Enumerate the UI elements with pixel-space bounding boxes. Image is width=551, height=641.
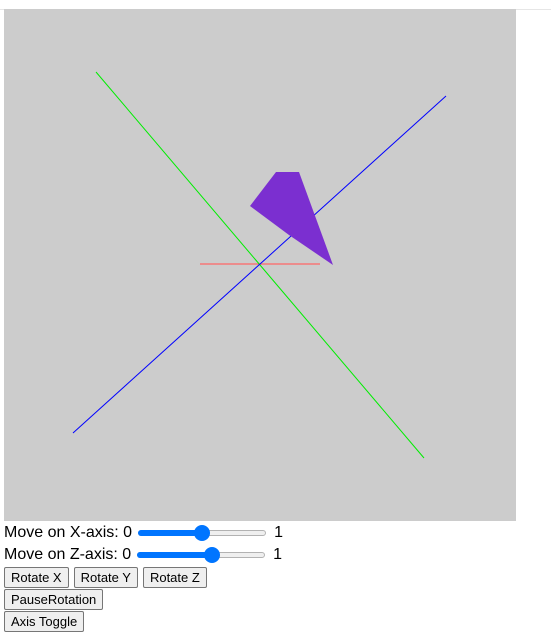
rotate-z-button[interactable]: Rotate Z [142, 567, 207, 588]
move-x-label-text: Move on X-axis: [4, 524, 124, 541]
y-axis-line [95, 71, 425, 459]
axis-toggle-button[interactable]: Axis Toggle [4, 611, 85, 632]
move-x-max: 1 [274, 524, 283, 541]
controls-panel: Move on X-axis: 0 1 Move on Z-axis: 0 1 … [4, 522, 544, 632]
move-x-slider-fill [138, 530, 203, 536]
move-z-label-text: Move on Z-axis: [4, 546, 123, 563]
move-x-slider[interactable] [138, 525, 267, 541]
move-z-slider[interactable] [137, 547, 266, 563]
rotate-buttons-row: Rotate X Rotate Y Rotate Z [4, 567, 544, 588]
move-x-label: Move on X-axis: 0 [4, 524, 132, 542]
move-z-max: 1 [273, 546, 283, 563]
move-x-min: 0 [123, 524, 133, 541]
move-x-slider-thumb[interactable] [194, 525, 211, 541]
scene-canvas[interactable] [4, 9, 516, 521]
3d-viewport[interactable] [4, 9, 516, 521]
axis-toggle-row: Axis Toggle [4, 611, 544, 632]
move-x-row: Move on X-axis: 0 1 [4, 522, 544, 544]
move-z-min: 0 [122, 546, 132, 563]
rotate-y-button[interactable]: Rotate Y [73, 567, 138, 588]
rotate-x-button[interactable]: Rotate X [4, 567, 69, 588]
pause-rotation-button[interactable]: PauseRotation [4, 589, 104, 610]
move-z-slider-fill [137, 552, 213, 558]
move-z-slider-thumb[interactable] [204, 547, 221, 563]
move-z-row: Move on Z-axis: 0 1 [4, 544, 544, 566]
purple-shape [250, 172, 333, 265]
move-z-label: Move on Z-axis: 0 [4, 546, 131, 564]
z-axis-line [72, 95, 447, 434]
pause-row: PauseRotation [4, 589, 544, 610]
